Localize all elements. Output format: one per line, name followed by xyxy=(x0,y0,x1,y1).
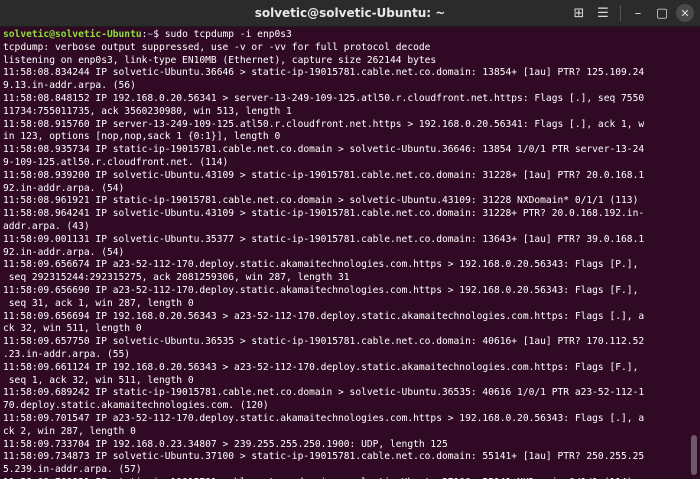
output-lines: tcpdump: verbose output suppressed, use … xyxy=(3,42,686,479)
scrollbar-thumb[interactable] xyxy=(691,435,697,475)
title-bar[interactable]: solvetic@solvetic-Ubuntu: ~ ⊞ ☰ – ▢ ✕ xyxy=(0,0,700,27)
prompt-command: sudo tcpdump -i enp0s3 xyxy=(164,29,292,40)
output-line: 11:58:09.733704 IP 192.168.0.23.34807 > … xyxy=(3,438,448,450)
output-line: 11734:755011735, ack 3560230980, win 513… xyxy=(3,105,292,117)
output-line: 11:58:09.656694 IP 192.168.0.20.56343 > … xyxy=(3,310,645,322)
output-line: 92.in-addr.arpa. (54) xyxy=(3,246,125,258)
output-line: 11:58:09.689242 IP static-ip-19015781.ca… xyxy=(3,387,645,399)
prompt-symbol: $ xyxy=(153,29,165,40)
output-line: 5.239.in-addr.arpa. (57) xyxy=(3,464,142,476)
output-line: 92.in-addr.arpa. (54) xyxy=(3,182,125,194)
output-line: 70.deploy.static.akamaitechnologies.com.… xyxy=(3,400,269,412)
prompt-user-host: solvetic@solvetic-Ubuntu xyxy=(3,29,142,40)
output-line: .23.in-addr.arpa. (55) xyxy=(3,348,131,360)
output-line: 11:58:08.964241 IP solvetic-Ubuntu.43109… xyxy=(3,208,645,220)
output-line: 11:58:08.961921 IP static-ip-19015781.ca… xyxy=(3,195,639,207)
output-line: 11:58:09.701547 IP a23-52-112-170.deploy… xyxy=(3,412,645,424)
output-line: 9-109-125.atl50.r.cloudfront.net. (114) xyxy=(3,156,229,168)
command-prompt-line: solvetic@solvetic-Ubuntu:~$ sudo tcpdump… xyxy=(3,29,686,42)
output-line: 11:58:09.656674 IP a23-52-112-170.deploy… xyxy=(3,259,639,271)
output-line: addr.arpa. (43) xyxy=(3,220,90,232)
output-line: 11:58:08.848152 IP 192.168.0.20.56341 > … xyxy=(3,92,645,104)
output-line: 11:58:09.656690 IP a23-52-112-170.deploy… xyxy=(3,284,639,296)
output-line: 11:58:08.915760 IP server-13-249-109-125… xyxy=(3,118,645,130)
output-line: 9.13.in-addr.arpa. (56) xyxy=(3,80,136,92)
hamburger-menu-icon[interactable]: ☰ xyxy=(593,3,613,23)
output-line: 11:58:09.661124 IP 192.168.0.20.56343 > … xyxy=(3,361,639,373)
output-line: listening on enp0s3, link-type EN10MB (E… xyxy=(3,54,437,66)
output-line: 11:58:08.834244 IP solvetic-Ubuntu.36646… xyxy=(3,67,645,79)
minimize-icon[interactable]: – xyxy=(628,3,648,23)
output-line: 11:58:09.734873 IP solvetic-Ubuntu.37100… xyxy=(3,451,645,463)
output-line: ck 32, win 511, length 0 xyxy=(3,323,142,335)
output-line: 11:58:08.935734 IP static-ip-19015781.ca… xyxy=(3,144,645,156)
new-tab-icon[interactable]: ⊞ xyxy=(569,3,589,23)
output-line: seq 292315244:292315275, ack 2081259306,… xyxy=(3,272,350,284)
output-line: ck 2, win 287, length 0 xyxy=(3,425,136,437)
output-line: 11:58:09.001131 IP solvetic-Ubuntu.35377… xyxy=(3,233,645,245)
terminal-window: solvetic@solvetic-Ubuntu: ~ ⊞ ☰ – ▢ ✕ so… xyxy=(0,0,700,479)
terminal-output[interactable]: solvetic@solvetic-Ubuntu:~$ sudo tcpdump… xyxy=(0,27,700,479)
window-controls: ⊞ ☰ – ▢ ✕ xyxy=(569,0,694,26)
output-line: seq 1, ack 32, win 511, length 0 xyxy=(3,374,194,386)
output-line: in 123, options [nop,nop,sack 1 {0:1}], … xyxy=(3,131,281,143)
maximize-icon[interactable]: ▢ xyxy=(652,3,672,23)
close-icon[interactable]: ✕ xyxy=(676,4,694,22)
window-title: solvetic@solvetic-Ubuntu: ~ xyxy=(254,6,446,20)
output-line: 11:58:09.657750 IP solvetic-Ubuntu.36535… xyxy=(3,336,645,348)
output-line: seq 31, ack 1, win 287, length 0 xyxy=(3,297,194,309)
output-line: tcpdump: verbose output suppressed, use … xyxy=(3,41,431,53)
scrollbar[interactable] xyxy=(691,31,697,475)
separator xyxy=(620,5,621,21)
output-line: 11:58:08.939200 IP solvetic-Ubuntu.43109… xyxy=(3,169,645,181)
